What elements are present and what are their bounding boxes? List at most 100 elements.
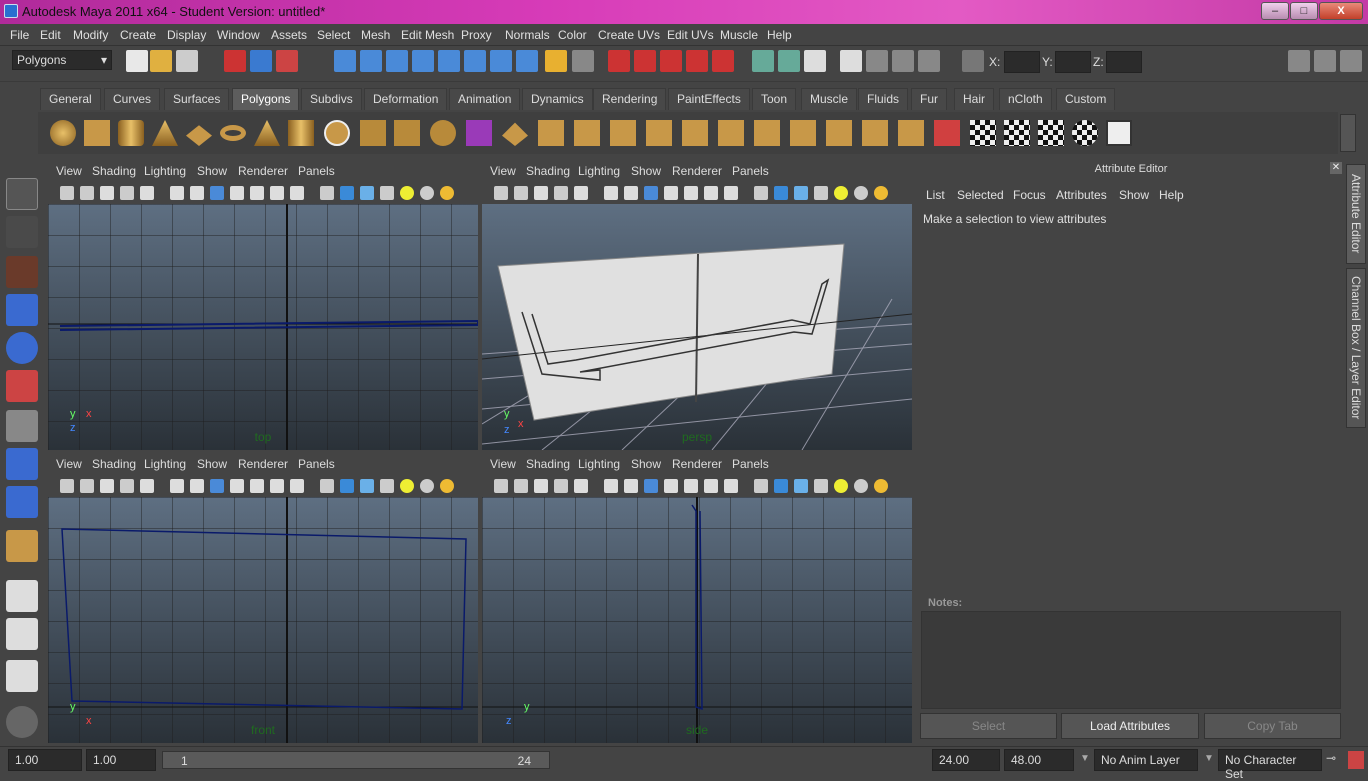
vp-menu-show[interactable]: Show [631,457,661,471]
end-time-field[interactable]: 48.00 [1004,749,1074,771]
lasso-tool-icon[interactable] [6,216,38,248]
grease-pencil-icon[interactable] [574,479,588,493]
bookmark-icon[interactable] [80,479,94,493]
vp-menu-panels[interactable]: Panels [732,164,769,178]
shadows-icon[interactable] [440,479,454,493]
boolean-union-icon[interactable] [430,120,456,146]
camera-attributes-icon[interactable] [494,479,508,493]
save-scene-icon[interactable] [176,50,198,72]
combine-icon[interactable] [360,120,386,146]
open-scene-icon[interactable] [150,50,172,72]
copy-tab-button[interactable]: Copy Tab [1204,713,1341,739]
textured-icon[interactable] [380,186,394,200]
snap-curve-icon[interactable] [360,50,382,72]
all-lights-icon[interactable] [854,479,868,493]
vp-menu-panels[interactable]: Panels [732,457,769,471]
vp-menu-show[interactable]: Show [631,164,661,178]
preferences-icon[interactable] [1348,751,1364,769]
wireframe-icon[interactable] [320,186,334,200]
smooth-icon[interactable] [466,120,492,146]
menu-color[interactable]: Color [558,28,587,42]
viewport-top-canvas[interactable]: y x z top [48,204,478,450]
x-input[interactable] [1004,51,1040,73]
safe-action-icon[interactable] [270,186,284,200]
poly-cone-icon[interactable] [152,120,178,146]
tab-animation[interactable]: Animation [449,88,521,110]
2d-pan-zoom-icon[interactable] [554,479,568,493]
planar-mapping-icon[interactable] [970,120,996,146]
construction-history-icon[interactable] [608,50,630,72]
mirror-cut-icon[interactable] [862,120,888,146]
smooth-shade-icon[interactable] [774,479,788,493]
tab-attribute-editor[interactable]: Attribute Editor [1346,164,1366,264]
select-hierarchy-icon[interactable] [224,50,246,72]
wireframe-icon[interactable] [320,479,334,493]
tab-custom[interactable]: Custom [1056,88,1116,110]
select-component-icon[interactable] [276,50,298,72]
textured-icon[interactable] [814,186,828,200]
extrude-icon[interactable] [502,122,528,146]
vp-menu-renderer[interactable]: Renderer [672,164,722,178]
safe-action-icon[interactable] [270,479,284,493]
camera-attributes-icon[interactable] [60,479,74,493]
poly-pipe-icon[interactable] [288,120,314,146]
gate-mask-icon[interactable] [230,186,244,200]
vp-menu-panels[interactable]: Panels [298,457,335,471]
menu-modify[interactable]: Modify [73,28,108,42]
grease-pencil-icon[interactable] [140,186,154,200]
gate-mask-icon[interactable] [664,479,678,493]
menu-assets[interactable]: Assets [271,28,307,42]
menu-proxy[interactable]: Proxy [461,28,492,42]
safe-action-icon[interactable] [704,186,718,200]
tool-settings-toggle-icon[interactable] [1314,50,1336,72]
soft-modification-icon[interactable] [6,448,38,480]
vp-menu-show[interactable]: Show [197,164,227,178]
menu-mesh[interactable]: Mesh [361,28,390,42]
textured-icon[interactable] [814,479,828,493]
smooth-shade-icon[interactable] [340,479,354,493]
notes-textarea[interactable] [921,611,1341,709]
vp-menu-panels[interactable]: Panels [298,164,335,178]
sculpt-geometry-icon[interactable] [934,120,960,146]
default-lighting-icon[interactable] [834,479,848,493]
viewport-side-canvas[interactable]: y z side [482,497,912,743]
show-manipulator-icon[interactable] [6,486,38,518]
safe-title-icon[interactable] [290,479,304,493]
film-gate-icon[interactable] [190,186,204,200]
image-plane-icon[interactable] [100,479,114,493]
start-time-field[interactable]: 1.00 [8,749,82,771]
z-input[interactable] [1106,51,1142,73]
camera-attributes-icon[interactable] [60,186,74,200]
film-gate-icon[interactable] [190,479,204,493]
all-lights-icon[interactable] [854,186,868,200]
vp-menu-view[interactable]: View [490,164,516,178]
poke-face-icon[interactable] [790,120,816,146]
grid-toggle-icon[interactable] [170,479,184,493]
viewport-front-canvas[interactable]: y x front [48,497,478,743]
snap-mesh-icon[interactable] [464,50,486,72]
tab-ncloth[interactable]: nCloth [999,88,1052,110]
poly-cylinder-icon[interactable] [118,120,144,146]
mesh-tools-icon[interactable] [892,50,914,72]
menu-file[interactable]: File [10,28,29,42]
grid-toggle-icon[interactable] [604,479,618,493]
bridge-icon[interactable] [538,120,564,146]
snap-plane-icon[interactable] [412,50,434,72]
absolute-transform-icon[interactable] [962,50,984,72]
ae-menu-show[interactable]: Show [1119,188,1149,202]
resolution-gate-icon[interactable] [644,479,658,493]
vp-menu-view[interactable]: View [56,164,82,178]
input-line-icon[interactable] [752,50,774,72]
menu-select[interactable]: Select [317,28,350,42]
help-icon[interactable] [516,50,538,72]
uv-texture-editor-icon[interactable] [1106,120,1132,146]
tab-subdivs[interactable]: Subdivs [301,88,362,110]
field-chart-icon[interactable] [684,479,698,493]
spherical-mapping-icon[interactable] [1038,120,1064,146]
tab-rendering[interactable]: Rendering [593,88,667,110]
gate-mask-icon[interactable] [664,186,678,200]
vp-menu-show[interactable]: Show [197,457,227,471]
universal-manipulator-icon[interactable] [6,410,38,442]
maximize-button[interactable]: □ [1290,2,1318,20]
menu-edit-uvs[interactable]: Edit UVs [667,28,714,42]
